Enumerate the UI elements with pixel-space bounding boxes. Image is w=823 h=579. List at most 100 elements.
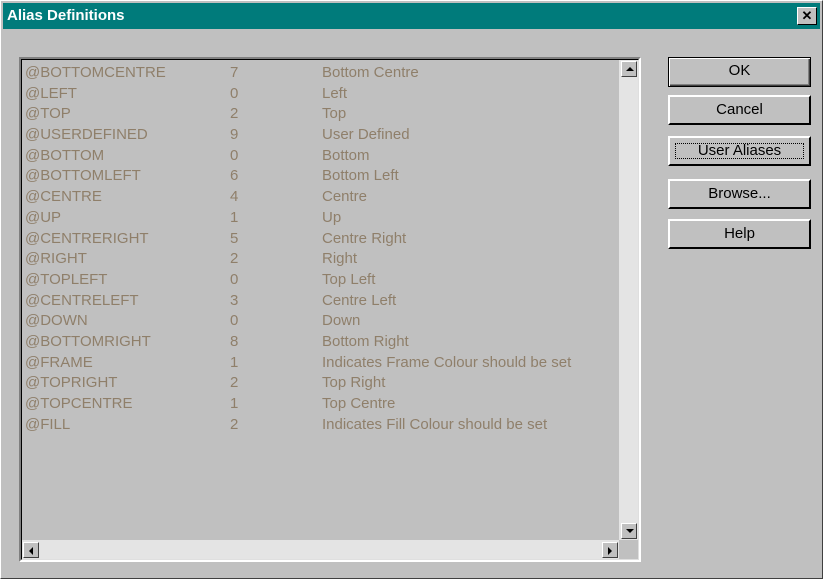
alias-row[interactable]: @TOP 2 Top (25, 104, 619, 125)
right-arrow-icon (608, 547, 612, 555)
alias-name: @DOWN (25, 312, 88, 330)
alias-list-inner: @BOTTOMCENTRE 7 Bottom Centre @LEFT 0 Left @TO… (21, 59, 639, 560)
alias-row[interactable]: @RIGHT 2 Right (25, 249, 619, 270)
alias-row[interactable]: @TOPLEFT 0 Top Left (25, 270, 619, 291)
alias-row[interactable]: @TOPCENTRE 1 Top Centre (25, 394, 619, 415)
alias-value: 1 (230, 353, 239, 371)
alias-value: 3 (230, 291, 239, 309)
alias-description: Up (322, 208, 342, 226)
ok-button-label: OK (728, 62, 751, 79)
scroll-down-button[interactable] (621, 523, 637, 539)
close-button[interactable]: ✕ (797, 7, 817, 25)
alias-description: Centre Right (322, 229, 407, 247)
alias-description: Right (322, 250, 358, 268)
alias-description: Top Left (322, 270, 376, 288)
alias-name: @FILL (25, 415, 71, 433)
alias-value: 2 (230, 250, 239, 268)
alias-row[interactable]: @FILL 2 Indicates Fill Colour should be se… (25, 415, 619, 436)
alias-row[interactable]: @DOWN 0 Down (25, 311, 619, 332)
alias-name: @CENTRERIGHT (25, 229, 149, 247)
alias-definitions-dialog: Alias Definitions ✕ @BOTTOMCENTRE 7 Bottom… (0, 0, 823, 579)
horizontal-scrollbar[interactable] (22, 540, 619, 559)
alias-value: 1 (230, 395, 239, 412)
alias-row[interactable]: @CENTRE 4 Centre (25, 187, 619, 208)
alias-name: @TOPCENTRE (25, 395, 133, 412)
alias-description: Bottom Centre (322, 64, 419, 81)
alias-row[interactable]: @LEFT 0 Left (25, 84, 619, 105)
alias-row[interactable]: @FRAME 1 Indicates Frame Colour should be … (25, 353, 619, 374)
alias-row[interactable]: @BOTTOMRIGHT 8 Bottom Right (25, 332, 619, 353)
ok-button[interactable]: OK (668, 57, 811, 87)
up-arrow-icon (626, 67, 634, 71)
alias-name: @RIGHT (25, 250, 87, 268)
title-bar[interactable]: Alias Definitions ✕ (3, 3, 820, 29)
alias-name: @CENTRE (25, 188, 102, 206)
alias-description: Indicates Fill Colour should be set (322, 415, 548, 433)
alias-list[interactable]: @BOTTOMCENTRE 7 Bottom Centre @LEFT 0 Left @TO… (19, 57, 641, 562)
alias-name: @TOPRIGHT (25, 374, 118, 392)
alias-value: 9 (230, 126, 239, 144)
alias-name: @LEFT (25, 84, 77, 102)
alias-description: User Defined (322, 126, 410, 144)
alias-description: Top (322, 105, 347, 123)
alias-description: Down (322, 312, 361, 330)
help-button-label: Help (724, 225, 755, 242)
alias-name: @CENTRELEFT (25, 291, 139, 309)
alias-name: @BOTTOMCENTRE (25, 64, 166, 81)
alias-row[interactable]: @BOTTOM 0 Bottom (25, 146, 619, 167)
alias-rows: @BOTTOMCENTRE 7 Bottom Centre @LEFT 0 Left @TO… (25, 63, 619, 539)
alias-description: Top Right (322, 374, 386, 392)
alias-row[interactable]: @CENTRELEFT 3 Centre Left (25, 291, 619, 312)
alias-value: 0 (230, 146, 239, 164)
alias-value: 2 (230, 415, 239, 433)
scroll-left-button[interactable] (23, 542, 39, 558)
alias-name: @BOTTOMRIGHT (25, 332, 151, 350)
alias-value: 8 (230, 332, 239, 350)
user-aliases-button[interactable]: User Aliases (668, 136, 811, 166)
alias-value: 2 (230, 105, 239, 123)
down-arrow-icon (626, 529, 634, 533)
cancel-button-label: Cancel (716, 101, 763, 118)
window-title: Alias Definitions (7, 7, 125, 24)
alias-description: Bottom Left (322, 167, 399, 185)
alias-description: Bottom Right (322, 332, 409, 350)
alias-row[interactable]: @BOTTOMCENTRE 7 Bottom Centre (25, 63, 619, 84)
alias-name: @BOTTOMLEFT (25, 167, 141, 185)
scroll-corner (619, 540, 638, 559)
close-icon: ✕ (801, 8, 813, 23)
alias-value: 5 (230, 229, 239, 247)
alias-name: @UP (25, 208, 62, 226)
alias-row[interactable]: @BOTTOMLEFT 6 Bottom Left (25, 166, 619, 187)
alias-description: Bottom (322, 146, 370, 164)
alias-row[interactable]: @TOPRIGHT 2 Top Right (25, 373, 619, 394)
left-arrow-icon (29, 547, 33, 555)
help-button[interactable]: Help (668, 219, 811, 249)
alias-name: @TOPLEFT (25, 270, 108, 288)
alias-value: 0 (230, 84, 239, 102)
alias-description: Indicates Frame Colour should be set (322, 353, 572, 371)
browse-button-label: Browse... (708, 185, 771, 202)
alias-value: 0 (230, 312, 239, 330)
alias-value: 1 (230, 208, 239, 226)
alias-description: Top Centre (322, 395, 396, 412)
alias-row[interactable]: @USERDEFINED 9 User Defined (25, 125, 619, 146)
alias-value: 6 (230, 167, 239, 185)
alias-description: Left (322, 84, 348, 102)
scroll-right-button[interactable] (602, 542, 618, 558)
alias-name: @FRAME (25, 353, 93, 371)
focus-ring (675, 143, 804, 159)
browse-button[interactable]: Browse... (668, 179, 811, 209)
scroll-up-button[interactable] (621, 61, 637, 77)
alias-description: Centre (322, 188, 368, 206)
alias-value: 4 (230, 188, 239, 206)
vertical-scrollbar[interactable] (619, 60, 638, 540)
cancel-button[interactable]: Cancel (668, 95, 811, 125)
alias-value: 2 (230, 374, 239, 392)
alias-value: 7 (230, 64, 239, 81)
alias-name: @TOP (25, 105, 71, 123)
alias-row[interactable]: @UP 1 Up (25, 208, 619, 229)
alias-name: @USERDEFINED (25, 126, 148, 144)
alias-row[interactable]: @CENTRERIGHT 5 Centre Right (25, 229, 619, 250)
alias-description: Centre Left (322, 291, 397, 309)
alias-name: @BOTTOM (25, 146, 105, 164)
